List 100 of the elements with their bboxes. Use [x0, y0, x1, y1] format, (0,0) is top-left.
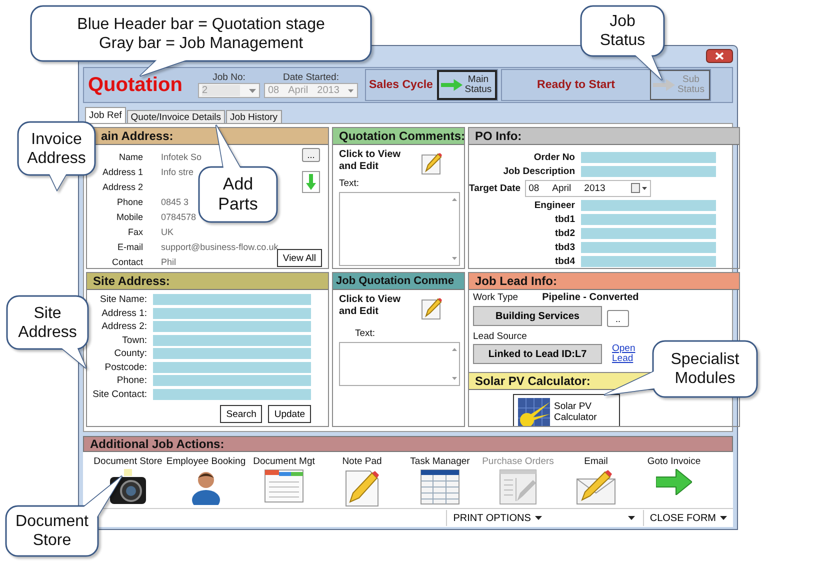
- input-field[interactable]: [581, 214, 716, 224]
- field-label: tbd3: [554, 242, 575, 252]
- field-value: UK: [161, 226, 174, 236]
- scroll-down-icon[interactable]: [452, 377, 456, 380]
- text-area[interactable]: [339, 192, 460, 266]
- panel-title: Site Address:: [87, 273, 328, 290]
- arrow-icon: [656, 469, 692, 495]
- input-field[interactable]: [153, 375, 311, 386]
- notepad-pencil-icon[interactable]: [420, 296, 442, 320]
- scroll-up-icon[interactable]: [452, 348, 456, 351]
- field-label: Address 1:: [100, 308, 147, 319]
- field-label: Text:: [355, 328, 376, 339]
- input-field[interactable]: [153, 308, 311, 319]
- input-field[interactable]: [153, 294, 311, 306]
- input-field[interactable]: [581, 256, 716, 266]
- form-icon: [499, 469, 537, 505]
- calendar-icon[interactable]: [631, 183, 648, 193]
- input-field[interactable]: [581, 166, 716, 176]
- panel-title: Job Quotation Comme: [333, 273, 464, 290]
- field-label: Address 1: [101, 166, 143, 176]
- work-type-button[interactable]: Building Services: [473, 306, 602, 326]
- more-button[interactable]: ..: [607, 310, 629, 327]
- field-label: Mobile: [115, 212, 143, 222]
- field-value: Infotek So: [161, 152, 202, 162]
- main-status-button[interactable]: Main Status: [436, 70, 497, 100]
- scroll-down-icon[interactable]: [452, 257, 456, 260]
- field-label: Address 2:: [100, 321, 147, 332]
- field-label: Town:: [121, 334, 147, 346]
- person-icon: [191, 469, 221, 505]
- status-label: Ready to Start: [536, 79, 616, 91]
- callout-text: Add Parts: [218, 174, 258, 215]
- input-field[interactable]: [581, 228, 716, 238]
- callout-text: Blue Header bar = Quotation stage Gray bar = Job Management: [77, 14, 325, 53]
- field-value: Phil: [161, 256, 176, 266]
- field-label: Contact: [110, 256, 143, 266]
- field-value: 0784578: [161, 212, 196, 222]
- input-field[interactable]: [153, 348, 311, 360]
- action-button[interactable]: Email: [557, 452, 635, 508]
- action-button[interactable]: Task Manager: [401, 452, 479, 508]
- field-label: Address 2: [101, 182, 143, 192]
- scroll-up-icon[interactable]: [452, 198, 456, 201]
- input-field[interactable]: [581, 152, 716, 162]
- field-label: Site Contact:: [92, 388, 147, 400]
- action-button[interactable]: Note Pad: [323, 452, 401, 508]
- open-lead-link[interactable]: Open Lead: [612, 344, 636, 365]
- action-button[interactable]: Employee Booking: [167, 452, 245, 508]
- edit-prompt: Click to View and Edit: [339, 294, 402, 317]
- field-label: Job No:: [212, 72, 246, 83]
- field-label: Text:: [339, 178, 360, 189]
- close-button[interactable]: [706, 49, 733, 63]
- section-title: Additional Job Actions:: [83, 436, 733, 452]
- down-arrow-icon: [306, 174, 316, 190]
- action-button[interactable]: Document Mgt: [245, 452, 323, 508]
- caret-icon: [534, 516, 542, 520]
- edit-prompt: Click to View and Edit: [339, 149, 402, 172]
- field-label: tbd4: [554, 256, 575, 266]
- panel-title: Quotation Comments:: [333, 128, 464, 145]
- field-value: Info stre: [161, 166, 194, 176]
- field-value: Pipeline - Converted: [542, 292, 639, 303]
- tab[interactable]: Job History: [226, 110, 282, 123]
- field-label: Phone:: [116, 375, 147, 386]
- input-field[interactable]: [153, 321, 311, 332]
- tab[interactable]: Quote/Invoice Details: [126, 110, 226, 123]
- form-button[interactable]: Update: [268, 405, 311, 423]
- caret-icon: [720, 516, 727, 520]
- form-button[interactable]: Search: [220, 405, 262, 423]
- callout-text: Site Address: [18, 303, 77, 342]
- tab[interactable]: Job Ref: [85, 107, 126, 123]
- add-button[interactable]: [302, 171, 320, 193]
- field-label: Lead Source: [473, 331, 528, 342]
- input-field[interactable]: [153, 334, 311, 346]
- more-button[interactable]: ...: [302, 148, 320, 162]
- table-icon: [420, 469, 460, 505]
- field-label: Date Started:: [283, 72, 339, 83]
- caret-icon[interactable]: [628, 516, 635, 520]
- view-all-button[interactable]: View All: [276, 249, 322, 267]
- notepad-pencil-icon[interactable]: [420, 151, 442, 175]
- camera-icon: [109, 469, 147, 505]
- field-label: tbd2: [554, 228, 575, 238]
- caret-icon: [348, 88, 354, 92]
- field-label: Site Name:: [99, 294, 147, 306]
- input-field[interactable]: [153, 362, 311, 373]
- document-icon: [264, 469, 304, 503]
- field-label: Job Description: [502, 166, 575, 176]
- date-picker[interactable]: 08 April 2013: [524, 180, 652, 196]
- lead-button[interactable]: Linked to Lead ID:L7: [473, 344, 602, 364]
- envelope-pencil-icon: [576, 469, 616, 505]
- panel-title: Job Lead Info:: [469, 273, 739, 290]
- input-field[interactable]: [581, 200, 716, 210]
- field-label: tbd1: [554, 214, 575, 224]
- action-button[interactable]: Goto Invoice: [635, 452, 713, 508]
- input-field[interactable]: [153, 388, 311, 400]
- field-value: support@business-flow.co.uk: [161, 242, 278, 252]
- solar-panel-icon: [518, 398, 550, 426]
- input-field[interactable]: [581, 242, 716, 252]
- callout-text: Invoice Address: [27, 129, 86, 168]
- text-area[interactable]: [339, 342, 460, 386]
- callout-text: Document Store: [16, 512, 88, 550]
- panel-title: PO Info:: [469, 128, 739, 145]
- arrow-icon: [653, 79, 675, 91]
